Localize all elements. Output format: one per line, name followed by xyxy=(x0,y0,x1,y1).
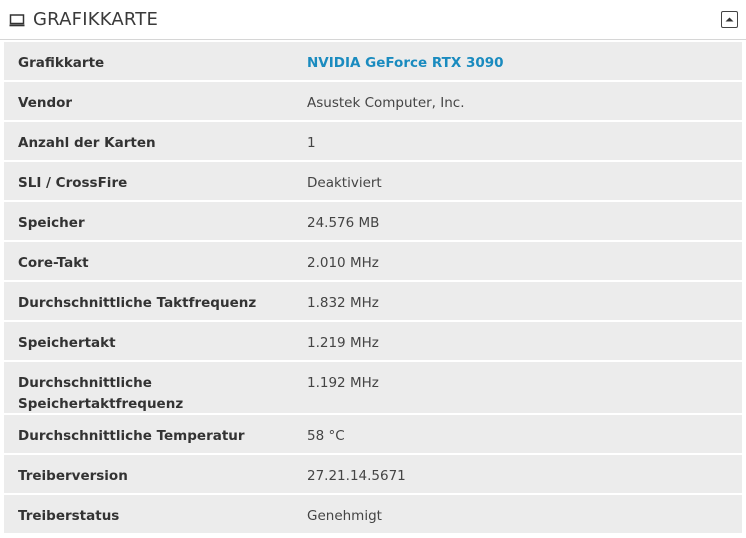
row-value: Genehmigt xyxy=(307,508,382,524)
row-label: Durchschnittliche Speichertaktfrequenz xyxy=(18,375,184,412)
table-row: Durchschnittliche Temperatur 58 °C xyxy=(4,415,742,455)
row-label: Core-Takt xyxy=(18,255,89,271)
row-value: 24.576 MB xyxy=(307,215,380,231)
panel-header: GRAFIKKARTE xyxy=(0,0,746,40)
table-row: Anzahl der Karten 1 xyxy=(4,122,742,162)
table-row: Treiberstatus Genehmigt xyxy=(4,495,742,535)
panel-title: GRAFIKKARTE xyxy=(33,9,159,30)
table-row: Grafikkarte NVIDIA GeForce RTX 3090 xyxy=(4,42,742,82)
row-value: 1.832 MHz xyxy=(307,295,379,311)
table-row: Speicher 24.576 MB xyxy=(4,202,742,242)
row-label: SLI / CrossFire xyxy=(18,175,128,191)
row-label: Treiberstatus xyxy=(18,508,120,524)
collapse-button[interactable] xyxy=(721,11,738,28)
spec-table: Grafikkarte NVIDIA GeForce RTX 3090 Vendor… xyxy=(4,42,742,535)
row-value: 1.219 MHz xyxy=(307,335,379,351)
row-value: 58 °C xyxy=(307,428,345,444)
row-label: Vendor xyxy=(18,95,73,111)
row-label: Durchschnittliche Taktfrequenz xyxy=(18,295,257,311)
gpu-model-link[interactable]: NVIDIA GeForce RTX 3090 xyxy=(307,55,504,71)
table-row: Speichertakt 1.219 MHz xyxy=(4,322,742,362)
row-label: Durchschnittliche Temperatur xyxy=(18,428,245,444)
table-row: SLI / CrossFire Deaktiviert xyxy=(4,162,742,202)
row-value: Asustek Computer, Inc. xyxy=(307,95,465,111)
table-row: Core-Takt 2.010 MHz xyxy=(4,242,742,282)
table-row: Durchschnittliche Taktfrequenz 1.832 MHz xyxy=(4,282,742,322)
row-value: Deaktiviert xyxy=(307,175,382,191)
row-label: Anzahl der Karten xyxy=(18,135,156,151)
row-value: 1.192 MHz xyxy=(307,375,379,391)
row-value: 2.010 MHz xyxy=(307,255,379,271)
table-row: Treiberversion 27.21.14.5671 xyxy=(4,455,742,495)
row-label: Treiberversion xyxy=(18,468,128,484)
graphics-card-panel: GRAFIKKARTE Grafikkarte NVIDIA GeForce RT… xyxy=(0,0,746,538)
row-label: Grafikkarte xyxy=(18,55,105,71)
row-label: Speicher xyxy=(18,215,85,231)
collapse-icon xyxy=(725,17,734,22)
row-value: NVIDIA GeForce RTX 3090 xyxy=(293,42,742,74)
table-row: Vendor Asustek Computer, Inc. xyxy=(4,82,742,122)
row-value: 1 xyxy=(307,135,316,151)
table-row: Durchschnittliche Speichertaktfrequenz 1.… xyxy=(4,362,742,415)
monitor-icon xyxy=(9,12,25,28)
row-value: 27.21.14.5671 xyxy=(307,468,406,484)
row-label: Speichertakt xyxy=(18,335,116,351)
